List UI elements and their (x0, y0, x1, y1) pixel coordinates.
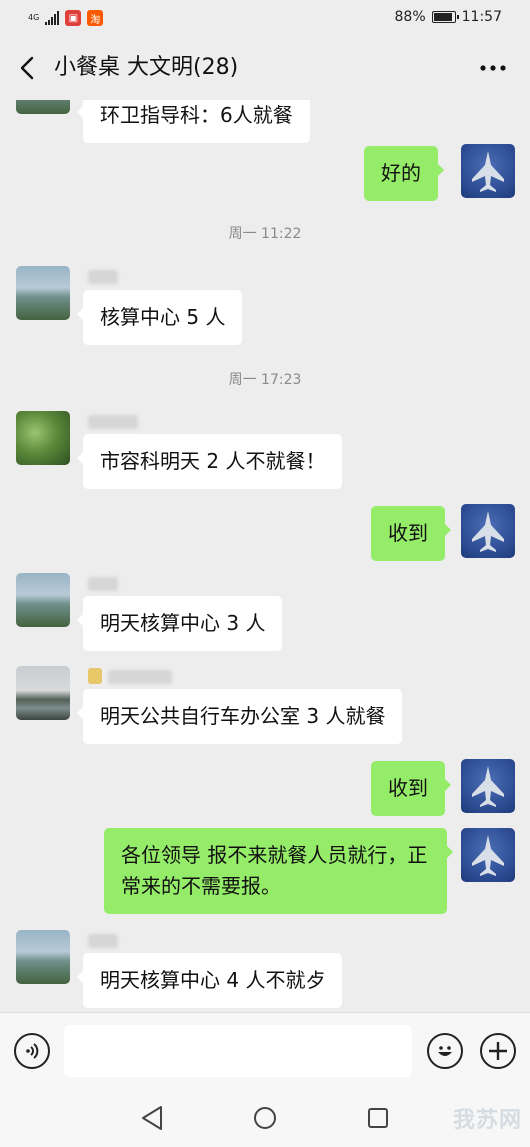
sender-avatar[interactable] (16, 100, 70, 114)
message-bubble-incoming[interactable]: 核算中心 5 人 (76, 290, 243, 345)
emoji-icon[interactable] (427, 1033, 463, 1069)
battery-icon (431, 11, 459, 23)
signal-icon (45, 11, 60, 25)
nav-recent-icon[interactable] (364, 1104, 392, 1132)
taobao-app-icon: 淘 (87, 10, 104, 26)
message-bubble-incoming[interactable]: 明天核算中心 3 人 (76, 596, 283, 651)
message-list[interactable]: 环卫指导科：6人就餐 好的 周一 11:22 核算中心 5 人 周一 17:23… (0, 100, 530, 1012)
system-nav-bar: 我苏网 (0, 1092, 530, 1147)
sender-nickname-blurred (108, 670, 172, 684)
message-bubble-incoming[interactable]: 市容科明天 2 人不就餐！ (76, 434, 343, 489)
back-chevron-icon[interactable] (14, 54, 40, 82)
chat-header: 小餐桌 大文明(28) (0, 36, 530, 100)
sender-nickname-blurred (88, 270, 118, 284)
my-avatar[interactable] (461, 759, 515, 813)
message-bubble-outgoing[interactable]: 收到 (371, 506, 451, 561)
plus-icon[interactable] (480, 1033, 516, 1069)
sender-avatar[interactable] (16, 930, 70, 984)
timestamp-divider: 周一 11:22 (228, 226, 302, 242)
sender-avatar[interactable] (16, 573, 70, 627)
sender-avatar[interactable] (16, 411, 70, 465)
sender-nickname-blurred (88, 415, 138, 429)
sender-nickname-blurred (88, 577, 118, 591)
battery-percent: 88% (394, 9, 426, 25)
timestamp-divider: 周一 17:23 (228, 372, 302, 388)
member-tag-icon (88, 668, 102, 684)
more-dots-icon[interactable] (478, 54, 508, 82)
my-avatar[interactable] (461, 828, 515, 882)
input-bar (0, 1012, 530, 1092)
message-bubble-incoming[interactable]: 环卫指导科：6人就餐 (77, 100, 310, 143)
watermark-logo: 我苏网 (452, 1108, 522, 1133)
my-avatar[interactable] (461, 504, 515, 558)
clock: 11:57 (461, 9, 502, 25)
status-bar: 4G ▣ 淘 88% 11:57 (0, 0, 530, 36)
notes-app-icon: ▣ (65, 10, 82, 26)
message-input[interactable] (64, 1025, 412, 1077)
message-bubble-incoming[interactable]: 明天核算中心 4 人不就歺 (76, 953, 343, 1008)
status-right: 88% 11:57 (395, 9, 502, 25)
voice-icon[interactable] (14, 1033, 50, 1069)
message-bubble-outgoing[interactable]: 收到 (371, 761, 451, 816)
sender-nickname-blurred (88, 934, 118, 948)
status-left: 4G ▣ 淘 (28, 10, 104, 26)
nav-back-icon[interactable] (138, 1104, 166, 1132)
message-bubble-incoming[interactable]: 明天公共自行车办公室 3 人就餐 (76, 689, 403, 744)
nav-home-icon[interactable] (251, 1104, 279, 1132)
message-bubble-outgoing[interactable]: 好的 (364, 146, 444, 201)
message-bubble-outgoing[interactable]: 各位领导 报不来就餐人员就行，正常来的不需要报。 (104, 828, 453, 914)
sender-avatar[interactable] (16, 666, 70, 720)
my-avatar[interactable] (461, 144, 515, 198)
sender-avatar[interactable] (16, 266, 70, 320)
network-label: 4G (28, 13, 40, 22)
chat-title: 小餐桌 大文明(28) (54, 55, 239, 80)
